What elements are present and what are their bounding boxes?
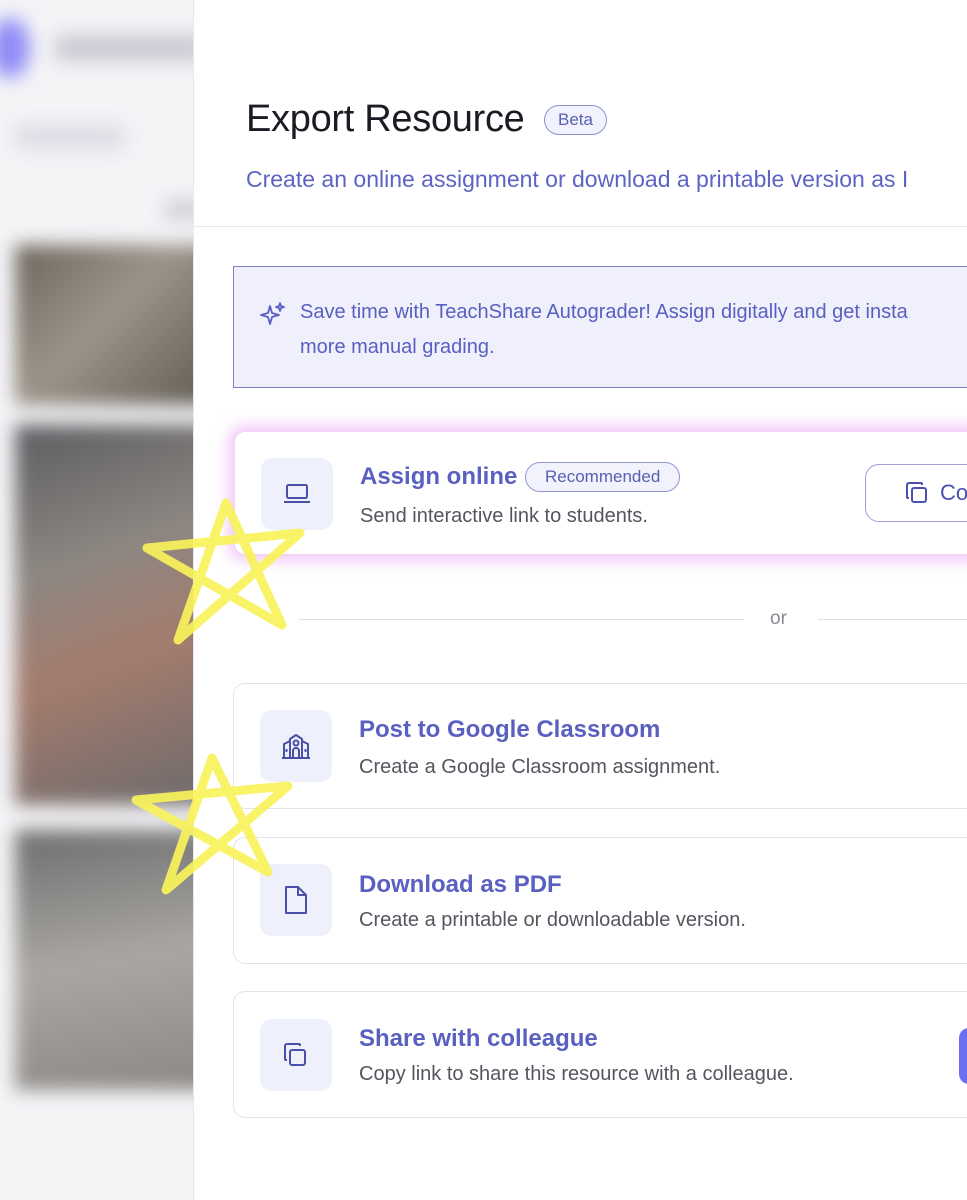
option-title: Assign online	[360, 463, 518, 490]
background-title	[55, 35, 193, 61]
page-subtitle: Create an online assignment or download …	[246, 166, 909, 192]
or-separator: or	[770, 608, 787, 629]
assign-online-option[interactable]: Assign online Recommended Send interacti…	[233, 430, 967, 556]
copy-icon-box	[260, 1019, 332, 1091]
background-image	[15, 425, 193, 805]
background-page	[0, 0, 193, 1200]
school-icon	[282, 734, 310, 759]
background-chip	[15, 125, 125, 149]
file-icon-box	[260, 864, 332, 936]
banner-line: Save time with TeachShare Autograder! As…	[300, 301, 908, 323]
copy-link-button[interactable]: Co	[865, 464, 967, 522]
beta-badge: Beta	[544, 105, 607, 135]
background-image	[15, 830, 193, 1090]
option-title: Share with colleague	[359, 1025, 598, 1052]
copy-icon	[906, 482, 927, 503]
option-title: Post to Google Classroom	[359, 716, 661, 743]
panel-header: Export Resource Beta Create an online as…	[194, 0, 967, 227]
divider-line	[299, 619, 744, 620]
background-chip	[165, 200, 193, 220]
share-colleague-option[interactable]: Share with colleague Copy link to share …	[233, 991, 967, 1118]
school-icon-box	[260, 710, 332, 782]
autograder-banner: Save time with TeachShare Autograder! As…	[233, 266, 967, 388]
option-description: Create a Google Classroom assignment.	[359, 756, 721, 778]
banner-line: more manual grading.	[300, 336, 495, 358]
file-icon	[285, 886, 307, 914]
background-image	[15, 245, 193, 405]
laptop-icon-box	[261, 458, 333, 530]
laptop-icon	[284, 484, 310, 503]
option-description: Copy link to share this resource with a …	[359, 1063, 794, 1085]
background-logo	[0, 18, 30, 78]
download-pdf-option[interactable]: Download as PDF Create a printable or do…	[233, 837, 967, 964]
page-title: Export Resource	[246, 98, 525, 140]
option-description: Send interactive link to students.	[360, 505, 648, 527]
copy-icon	[284, 1043, 306, 1066]
copy-button-label: Co	[940, 480, 967, 505]
banner-text: Save time with TeachShare Autograder! As…	[300, 295, 967, 365]
option-title: Download as PDF	[359, 871, 562, 898]
option-description: Create a printable or downloadable versi…	[359, 909, 746, 931]
google-classroom-option[interactable]: Post to Google Classroom Create a Google…	[233, 683, 967, 809]
export-panel: Export Resource Beta Create an online as…	[193, 0, 967, 1200]
share-action-button[interactable]	[959, 1028, 967, 1084]
sparkle-icon	[260, 302, 285, 325]
recommended-badge: Recommended	[525, 462, 681, 492]
divider-line	[818, 619, 967, 620]
